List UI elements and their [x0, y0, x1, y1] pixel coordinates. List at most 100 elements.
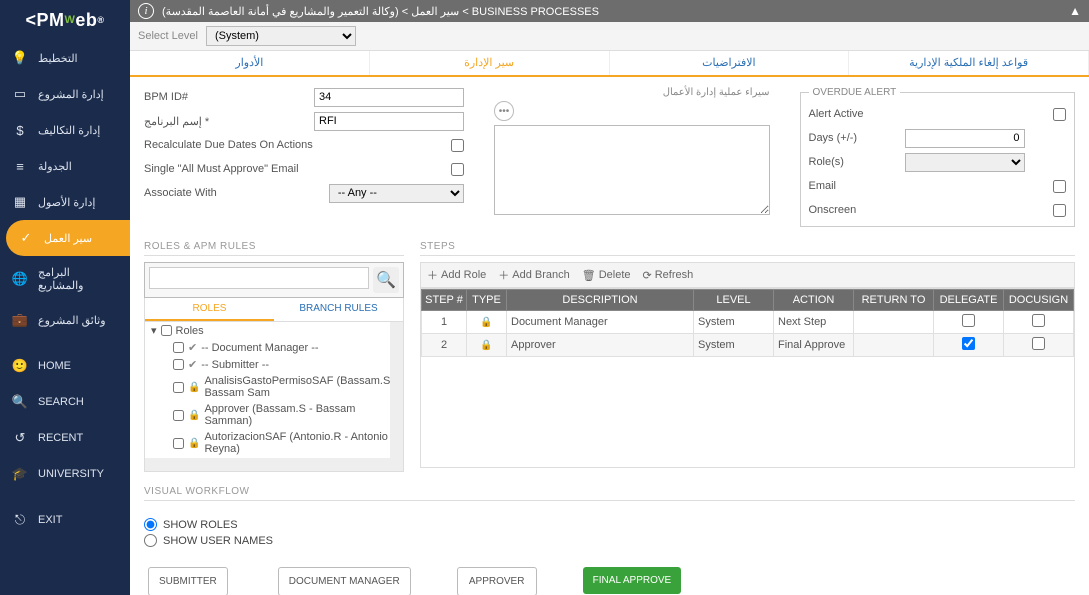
- show-users-radio[interactable]: SHOW USER NAMES: [144, 534, 1075, 547]
- tab-roles[interactable]: الأدوار: [130, 51, 370, 75]
- tab-workflow[interactable]: سير الإدارة: [370, 51, 610, 75]
- lightbulb-icon: 💡: [12, 50, 28, 66]
- alert-active-label: Alert Active: [809, 108, 899, 120]
- delegate-checkbox[interactable]: [962, 314, 975, 327]
- description-textarea[interactable]: [494, 125, 770, 215]
- roles-search-input[interactable]: [149, 267, 369, 289]
- tree-item-label: -- Submitter --: [201, 359, 269, 371]
- select-level-dropdown[interactable]: (System): [206, 26, 356, 46]
- horizontal-scrollbar[interactable]: [145, 458, 403, 471]
- tree-item-checkbox[interactable]: [173, 438, 184, 449]
- sidebar-item-assets[interactable]: ▦ إدارة الأصول: [0, 184, 130, 220]
- exit-icon: ⎋: [12, 512, 28, 528]
- sidebar-university[interactable]: 🎓 UNIVERSITY: [0, 456, 130, 492]
- sidebar-item-project-mgmt[interactable]: ▭ إدارة المشروع: [0, 76, 130, 112]
- roles-select[interactable]: [905, 153, 1025, 172]
- cell-step: 2: [422, 334, 467, 357]
- add-role-button[interactable]: ＋Add Role: [427, 267, 486, 283]
- program-name-input[interactable]: [314, 112, 464, 131]
- tab-override-rules[interactable]: قواعد إلغاء الملكية الإدارية: [849, 51, 1089, 75]
- associate-with-select[interactable]: -- Any --: [329, 184, 464, 203]
- lock-icon: 🔒: [188, 410, 200, 421]
- select-level-label: Select Level: [138, 30, 198, 42]
- cell-docusign: [1004, 311, 1074, 334]
- roles-tree[interactable]: ▾ Roles ✔-- Document Manager -- ✔-- Subm…: [144, 322, 404, 472]
- tab-defaults[interactable]: الافتراضيات: [610, 51, 850, 75]
- header-bar: i (وكالة التعمير والمشاريع في أمانة العا…: [130, 0, 1089, 22]
- cell-docusign: [1004, 334, 1074, 357]
- cell-step: 1: [422, 311, 467, 334]
- collapse-icon[interactable]: ▾: [151, 324, 157, 337]
- refresh-icon: ⟳: [643, 269, 652, 282]
- associate-with-label: Associate With: [144, 187, 323, 199]
- recalc-label: Recalculate Due Dates On Actions: [144, 139, 445, 151]
- col-desc: DESCRIPTION: [507, 290, 694, 311]
- branch-rules-tab[interactable]: BRANCH RULES: [274, 298, 403, 321]
- info-icon[interactable]: i: [138, 3, 154, 19]
- tree-item-checkbox[interactable]: [173, 410, 184, 421]
- sidebar-item-schedule[interactable]: ≡ الجدولة: [0, 148, 130, 184]
- steps-toolbar: ＋Add Role ＋Add Branch 🗑Delete ⟳Refresh: [420, 262, 1075, 288]
- ellipsis-button[interactable]: •••: [494, 101, 514, 121]
- plus-icon: ＋: [498, 267, 509, 283]
- vertical-scrollbar[interactable]: [390, 322, 403, 458]
- sidebar-item-label: HOME: [38, 360, 71, 372]
- delegate-checkbox[interactable]: [962, 337, 975, 350]
- email-checkbox[interactable]: [1053, 180, 1066, 193]
- bpm-id-input[interactable]: [314, 88, 464, 107]
- node-approver[interactable]: APPROVER: [457, 567, 537, 595]
- sidebar-item-label: EXIT: [38, 514, 62, 526]
- check-icon: ✓: [18, 230, 34, 246]
- tree-item-checkbox[interactable]: [173, 359, 184, 370]
- cell-action: Final Approve: [774, 334, 854, 357]
- docusign-checkbox[interactable]: [1032, 314, 1045, 327]
- refresh-button[interactable]: ⟳Refresh: [643, 267, 694, 283]
- single-email-label: Single "All Must Approve" Email: [144, 163, 445, 175]
- briefcase-icon: 💼: [12, 312, 28, 328]
- recalc-checkbox[interactable]: [451, 139, 464, 152]
- cell-type: 🔒: [467, 334, 507, 357]
- add-branch-button[interactable]: ＋Add Branch: [498, 267, 569, 283]
- onscreen-label: Onscreen: [809, 204, 899, 216]
- alert-active-checkbox[interactable]: [1053, 108, 1066, 121]
- sidebar-item-label: سير العمل: [44, 232, 92, 245]
- tree-item-label: Approver (Bassam.S - Bassam Samman): [204, 403, 399, 427]
- lock-icon: 🔒: [480, 317, 492, 328]
- node-submitter[interactable]: SUBMITTER: [148, 567, 228, 595]
- sidebar-item-label: التخطيط: [38, 52, 78, 65]
- main: i (وكالة التعمير والمشاريع في أمانة العا…: [130, 0, 1089, 595]
- show-roles-radio[interactable]: SHOW ROLES: [144, 518, 1075, 531]
- sidebar-item-docs[interactable]: 💼 وثائق المشروع: [0, 302, 130, 338]
- collapse-up-icon[interactable]: ▲: [1069, 4, 1081, 18]
- sidebar-item-cost[interactable]: $ إدارة التكاليف: [0, 112, 130, 148]
- delete-button[interactable]: 🗑Delete: [582, 267, 631, 283]
- middle-title: سيراء عملية إدارة الأعمال: [494, 87, 770, 98]
- sidebar-item-workflow[interactable]: ✓ سير العمل: [6, 220, 130, 256]
- roles-tab[interactable]: ROLES: [145, 298, 274, 321]
- sidebar-recent[interactable]: ↺ RECENT: [0, 420, 130, 456]
- sidebar-home[interactable]: 🙂 HOME: [0, 348, 130, 384]
- tree-item-checkbox[interactable]: [173, 342, 184, 353]
- table-row[interactable]: 2 🔒 Approver System Final Approve: [422, 334, 1074, 357]
- node-final-approve[interactable]: FINAL APPROVE: [583, 567, 682, 594]
- tree-item-checkbox[interactable]: [173, 382, 184, 393]
- sidebar-item-label: RECENT: [38, 432, 83, 444]
- table-row[interactable]: 1 🔒 Document Manager System Next Step: [422, 311, 1074, 334]
- single-email-checkbox[interactable]: [451, 163, 464, 176]
- node-docmgr[interactable]: DOCUMENT MANAGER: [278, 567, 411, 595]
- roles-section-title: ROLES & APM RULES: [144, 241, 404, 256]
- docusign-checkbox[interactable]: [1032, 337, 1045, 350]
- onscreen-checkbox[interactable]: [1053, 204, 1066, 217]
- days-input[interactable]: [905, 129, 1025, 148]
- sidebar-search[interactable]: 🔍 SEARCH: [0, 384, 130, 420]
- col-type: TYPE: [467, 290, 507, 311]
- sidebar-item-programs[interactable]: 🌐 البرامج والمشاريع: [0, 256, 130, 302]
- globe-icon: 🌐: [12, 271, 28, 287]
- content: BPM ID# إسم البرنامج * Recalculate Due D…: [130, 77, 1089, 595]
- search-icon[interactable]: 🔍: [373, 267, 399, 293]
- sidebar-item-planning[interactable]: 💡 التخطيط: [0, 40, 130, 76]
- sidebar-item-label: إدارة المشروع: [38, 88, 104, 101]
- sidebar-item-label: UNIVERSITY: [38, 468, 104, 480]
- tree-root-checkbox[interactable]: [161, 325, 172, 336]
- sidebar-exit[interactable]: ⎋ EXIT: [0, 502, 130, 538]
